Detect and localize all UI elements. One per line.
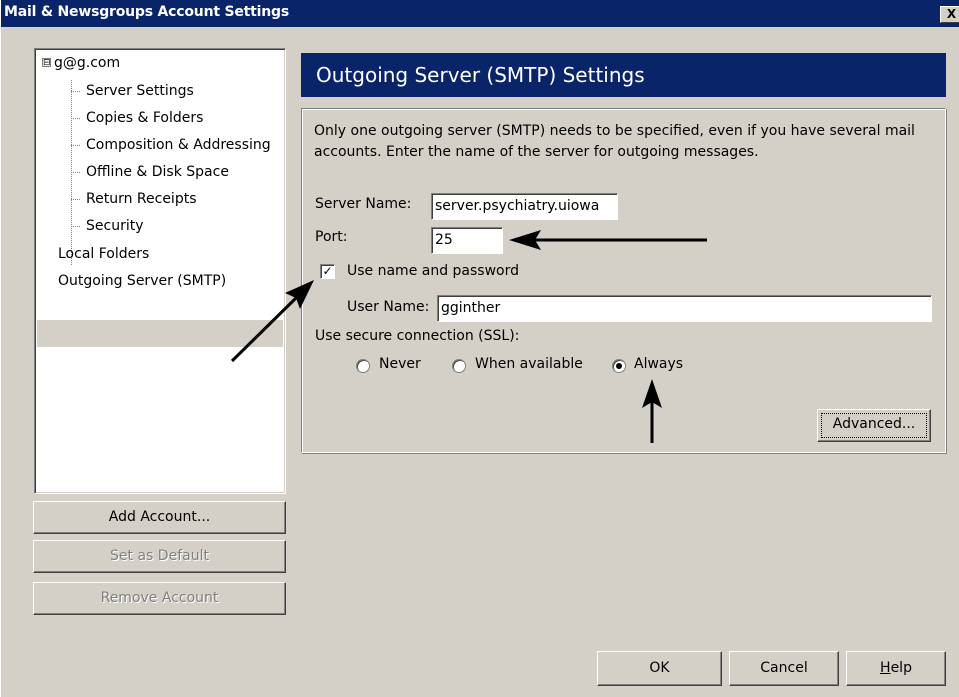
- smtp-description: Only one outgoing server (SMTP) needs to…: [314, 123, 915, 160]
- account-settings-window: Mail & Newsgroups Account Settings X ⊟ g@…: [0, 0, 959, 697]
- radio-selected-icon: [616, 363, 622, 369]
- server-name-label: Server Name:: [315, 196, 412, 212]
- advanced-button[interactable]: Advanced...: [817, 409, 931, 442]
- help-label-rest: elp: [890, 660, 912, 676]
- ssl-when-available-radio[interactable]: [452, 359, 466, 373]
- close-icon[interactable]: X: [940, 6, 959, 23]
- ssl-never-label[interactable]: Never: [379, 356, 421, 372]
- set-default-button[interactable]: Set as Default: [33, 540, 286, 573]
- tree-item-return-receipts[interactable]: Return Receipts: [86, 189, 197, 210]
- ssl-always-radio[interactable]: [612, 359, 626, 373]
- tree-item-server-settings[interactable]: Server Settings: [86, 81, 194, 102]
- selection-highlight: [37, 320, 283, 347]
- ssl-always-label[interactable]: Always: [634, 356, 683, 372]
- tree-item-offline[interactable]: Offline & Disk Space: [86, 162, 229, 183]
- add-account-button[interactable]: Add Account...: [33, 501, 286, 534]
- collapse-icon[interactable]: ⊟: [42, 57, 51, 67]
- use-auth-label[interactable]: Use name and password: [347, 263, 519, 279]
- tree-item-outgoing-server[interactable]: Outgoing Server (SMTP): [58, 271, 226, 292]
- tree-item-security[interactable]: Security: [86, 216, 144, 237]
- port-input[interactable]: 25: [431, 227, 503, 254]
- ssl-never-radio[interactable]: [356, 359, 370, 373]
- user-name-input[interactable]: gginther: [437, 295, 932, 322]
- cancel-button[interactable]: Cancel: [729, 651, 839, 686]
- port-label: Port:: [315, 229, 348, 245]
- tree-item-label: g@g.com: [54, 55, 121, 71]
- tree-item-account[interactable]: ⊟ g@g.com: [42, 53, 120, 74]
- window-title: Mail & Newsgroups Account Settings: [4, 4, 289, 20]
- account-tree[interactable]: ⊟ g@g.com Server Settings Copies & Folder…: [34, 48, 286, 494]
- tree-item-composition[interactable]: Composition & Addressing: [86, 135, 271, 156]
- tree-branch-icon: [71, 118, 80, 119]
- tree-branch-icon: [71, 145, 80, 146]
- tree-item-local-folders[interactable]: Local Folders: [58, 244, 149, 265]
- tree-branch-icon: [71, 91, 80, 92]
- page-title: Outgoing Server (SMTP) Settings: [301, 53, 946, 97]
- tree-branch-icon: [71, 199, 80, 200]
- ok-button[interactable]: OK: [597, 651, 722, 686]
- server-name-input[interactable]: server.psychiatry.uiowa: [431, 193, 618, 220]
- remove-account-button[interactable]: Remove Account: [33, 582, 286, 615]
- user-name-label: User Name:: [347, 299, 430, 315]
- help-button[interactable]: Help: [846, 651, 946, 686]
- tree-item-copies-folders[interactable]: Copies & Folders: [86, 108, 203, 129]
- help-accelerator: H: [880, 660, 891, 676]
- title-bar[interactable]: Mail & Newsgroups Account Settings X: [1, 0, 959, 27]
- tree-branch-icon: [71, 226, 80, 227]
- ssl-when-available-label[interactable]: When available: [475, 356, 583, 372]
- use-auth-checkbox[interactable]: ✓: [320, 264, 335, 279]
- ssl-label: Use secure connection (SSL):: [315, 328, 520, 344]
- tree-branch-icon: [71, 172, 80, 173]
